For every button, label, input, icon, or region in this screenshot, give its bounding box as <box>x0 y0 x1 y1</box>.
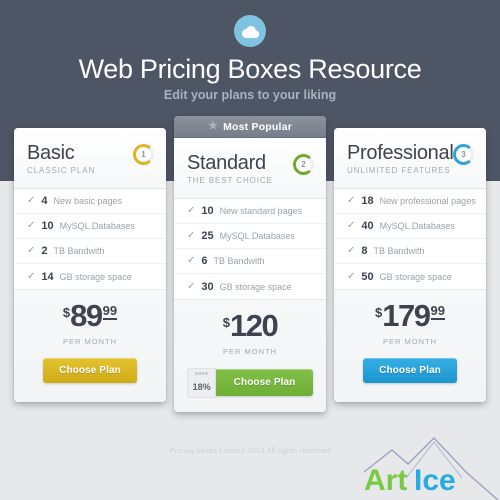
feature-label: TB Bandwith <box>373 246 425 256</box>
price-block: $ 120 PER MONTH save 18% Choose Plan <box>174 299 326 412</box>
choose-plan-button[interactable]: Choose Plan <box>215 369 314 397</box>
price: $ 120 <box>222 308 279 343</box>
feature-number: 30 <box>201 280 214 293</box>
feature-row: ✓ 14 GB storage space <box>14 264 166 289</box>
feature-row: ✓ 18 New professional pages <box>334 189 486 214</box>
feature-number: 40 <box>361 220 374 232</box>
check-icon: ✓ <box>27 245 36 256</box>
check-icon: ✓ <box>27 220 36 231</box>
check-icon: ✓ <box>187 205 196 216</box>
feature-number: 50 <box>361 270 374 283</box>
feature-label: New professional pages <box>379 196 476 206</box>
price-period: PER MONTH <box>63 337 117 346</box>
check-icon: ✓ <box>27 270 36 282</box>
plan-header: Professional UNLIMITED FEATURES 3 <box>334 128 486 189</box>
feature-label: New basic pages <box>53 196 123 206</box>
save-word: save <box>194 371 209 377</box>
feature-row: ✓ 8 TB Bandwith <box>334 239 486 264</box>
price-cents: 99 <box>430 303 445 320</box>
feature-number: 8 <box>361 245 368 257</box>
price-block: $ 179 99 PER MONTH Choose Plan <box>334 289 486 402</box>
feature-number: 25 <box>201 230 214 242</box>
plan-card-professional[interactable]: Professional UNLIMITED FEATURES 3 ✓ 18 N… <box>334 128 486 402</box>
feature-number: 18 <box>361 195 374 207</box>
check-icon: ✓ <box>187 230 196 241</box>
plan-number-badge: 2 <box>293 154 314 175</box>
check-icon: ✓ <box>187 255 196 266</box>
feature-label: GB storage space <box>379 271 452 282</box>
choose-plan-button[interactable]: Choose Plan <box>43 358 137 383</box>
feature-row: ✓ 50 GB storage space <box>334 264 486 289</box>
feature-label: GB storage space <box>219 281 292 292</box>
feature-label: New standard pages <box>219 206 303 216</box>
cta-row: Choose Plan <box>334 358 486 383</box>
pricing-cards: Basic CLASSIC PLAN 1 ✓ 4 New basic pages… <box>0 0 500 500</box>
plan-number-badge: 1 <box>133 144 154 165</box>
price: $ 179 99 <box>375 298 445 333</box>
plan-number-badge: 3 <box>453 144 474 165</box>
plan-tagline: THE BEST CHOICE <box>187 176 273 185</box>
feature-label: GB storage space <box>59 271 132 282</box>
feature-list: ✓ 10 New standard pages ✓ 25 MySQL Datab… <box>174 199 326 299</box>
price-amount: 89 <box>70 298 103 333</box>
check-icon: ✓ <box>187 280 196 292</box>
currency-symbol: $ <box>222 315 230 330</box>
currency-symbol: $ <box>62 305 71 320</box>
check-icon: ✓ <box>27 195 36 206</box>
save-badge: save 18% <box>186 368 216 398</box>
currency-symbol: $ <box>375 305 383 320</box>
feature-row: ✓ 2 TB Bandwith <box>14 239 166 264</box>
feature-number: 6 <box>201 255 208 267</box>
feature-row: ✓ 40 MySQL Databases <box>334 214 486 239</box>
plan-tagline: UNLIMITED FEATURES <box>347 166 451 175</box>
feature-number: 4 <box>41 195 48 207</box>
plan-card-standard[interactable]: ★ Most Popular Standard THE BEST CHOICE … <box>174 116 326 412</box>
feature-label: MySQL Databases <box>379 221 455 231</box>
feature-row: ✓ 10 MySQL Databases <box>14 214 166 239</box>
price-block: $ 89 99 PER MONTH Choose Plan <box>14 289 166 402</box>
feature-row: ✓ 30 GB storage space <box>174 274 326 299</box>
feature-number: 10 <box>201 205 214 217</box>
feature-label: TB Bandwith <box>213 256 265 266</box>
price-period: PER MONTH <box>383 337 437 346</box>
price: $ 89 99 <box>62 298 118 333</box>
feature-number: 10 <box>41 220 54 232</box>
check-icon: ✓ <box>347 270 356 282</box>
check-icon: ✓ <box>347 245 356 256</box>
feature-label: TB Bandwith <box>53 246 105 256</box>
save-percent: 18% <box>192 381 211 392</box>
price-cents: 99 <box>102 303 118 320</box>
choose-plan-button[interactable]: Choose Plan <box>363 358 457 383</box>
price-amount: 120 <box>230 308 279 343</box>
feature-number: 2 <box>41 245 48 257</box>
feature-list: ✓ 4 New basic pages ✓ 10 MySQL Databases… <box>14 189 166 289</box>
feature-row: ✓ 10 New standard pages <box>174 199 326 224</box>
plan-header: Standard THE BEST CHOICE 2 <box>174 138 326 199</box>
star-icon: ★ <box>208 120 219 132</box>
plan-header: Basic CLASSIC PLAN 1 <box>14 128 166 189</box>
cta-row: Choose Plan <box>14 358 166 383</box>
feature-row: ✓ 25 MySQL Databases <box>174 224 326 249</box>
check-icon: ✓ <box>347 195 356 206</box>
pricing-page: Web Pricing Boxes Resource Edit your pla… <box>0 0 500 500</box>
feature-list: ✓ 18 New professional pages ✓ 40 MySQL D… <box>334 189 486 289</box>
most-popular-ribbon: ★ Most Popular <box>174 116 326 138</box>
feature-label: MySQL Databases <box>59 221 135 231</box>
plan-tagline: CLASSIC PLAN <box>27 166 96 175</box>
check-icon: ✓ <box>347 220 356 231</box>
feature-label: MySQL Databases <box>219 231 295 241</box>
feature-number: 14 <box>41 270 54 283</box>
feature-row: ✓ 6 TB Bandwith <box>174 249 326 274</box>
most-popular-label: Most Popular <box>223 120 292 133</box>
price-amount: 179 <box>382 298 431 333</box>
footer-copyright: Pricing boxes Limited 2013 All rights re… <box>169 446 331 455</box>
feature-row: ✓ 4 New basic pages <box>14 189 166 214</box>
plan-card-basic[interactable]: Basic CLASSIC PLAN 1 ✓ 4 New basic pages… <box>14 128 166 402</box>
price-period: PER MONTH <box>223 347 277 356</box>
cta-row: save 18% Choose Plan <box>174 368 326 398</box>
